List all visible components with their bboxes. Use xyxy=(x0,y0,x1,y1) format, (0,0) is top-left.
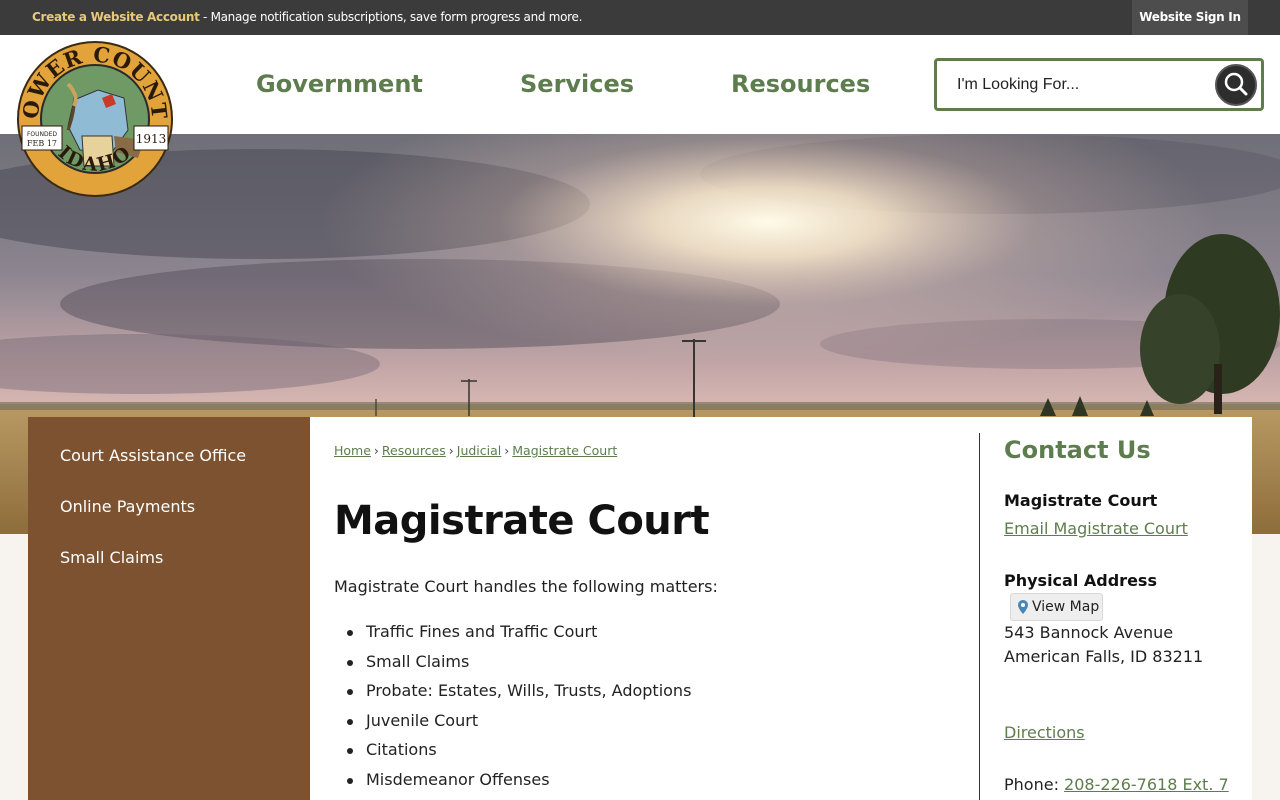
directions-link[interactable]: Directions xyxy=(1004,723,1085,742)
breadcrumb-magistrate-court[interactable]: Magistrate Court xyxy=(512,443,617,458)
nav-resources[interactable]: Resources xyxy=(731,70,870,98)
list-item: Traffic Fines and Traffic Court xyxy=(334,622,691,652)
account-promo: Create a Website Account - Manage notifi… xyxy=(32,10,582,24)
breadcrumb-separator: › xyxy=(448,443,454,458)
address-city: American Falls, ID 83211 xyxy=(1004,647,1204,666)
breadcrumb: Home › Resources › Judicial › Magistrate Court xyxy=(334,443,617,458)
contact-heading: Contact Us xyxy=(1004,436,1151,464)
top-utility-bar: Create a Website Account - Manage notifi… xyxy=(0,0,1280,35)
contact-phone: Phone: 208-226-7618 Ext. 7 xyxy=(1004,775,1229,794)
seal-founded-date: FEB 17 xyxy=(27,139,57,148)
matters-list: Traffic Fines and Traffic Court Small Cl… xyxy=(334,622,691,799)
contact-department: Magistrate Court xyxy=(1004,491,1158,510)
create-account-link[interactable]: Create a Website Account xyxy=(32,10,200,24)
section-sidebar: Court Assistance Office Online Payments … xyxy=(28,417,310,800)
breadcrumb-separator: › xyxy=(504,443,510,458)
list-item: Small Claims xyxy=(334,652,691,682)
phone-link[interactable]: 208-226-7618 Ext. 7 xyxy=(1064,775,1229,794)
list-item: Misdemeanor Offenses xyxy=(334,770,691,800)
breadcrumb-home[interactable]: Home xyxy=(334,443,371,458)
breadcrumb-resources[interactable]: Resources xyxy=(382,443,446,458)
view-map-button[interactable]: View Map xyxy=(1010,593,1103,621)
breadcrumb-separator: › xyxy=(373,443,379,458)
seal-year: 1913 xyxy=(136,132,167,146)
county-seal-logo[interactable]: POWER COUNTY IDAHO FOUNDED FEB 17 1913 xyxy=(7,20,174,198)
sidebar-item-small-claims[interactable]: Small Claims xyxy=(60,548,163,567)
list-item: Juvenile Court xyxy=(334,711,691,741)
page-title: Magistrate Court xyxy=(334,498,710,544)
account-promo-text: - Manage notification subscriptions, sav… xyxy=(199,10,583,24)
search-button[interactable] xyxy=(1215,64,1257,106)
list-item: Probate: Estates, Wills, Trusts, Adoptio… xyxy=(334,681,691,711)
search-input[interactable] xyxy=(957,73,1197,97)
view-map-label: View Map xyxy=(1032,599,1100,615)
search-icon xyxy=(1224,72,1248,96)
website-sign-in-button[interactable]: Website Sign In xyxy=(1132,0,1248,35)
address-street: 543 Bannock Avenue xyxy=(1004,623,1174,642)
breadcrumb-judicial[interactable]: Judicial xyxy=(457,443,502,458)
list-item: Citations xyxy=(334,740,691,770)
content-divider xyxy=(979,433,980,800)
intro-text: Magistrate Court handles the following m… xyxy=(334,577,718,596)
nav-government[interactable]: Government xyxy=(256,70,423,98)
seal-founded-label: FOUNDED xyxy=(27,131,57,138)
nav-services[interactable]: Services xyxy=(520,70,634,98)
physical-address-label: Physical Address xyxy=(1004,571,1157,590)
map-pin-icon xyxy=(1018,600,1028,614)
email-magistrate-court-link[interactable]: Email Magistrate Court xyxy=(1004,519,1188,538)
phone-label: Phone: xyxy=(1004,775,1065,794)
sidebar-item-court-assistance-office[interactable]: Court Assistance Office xyxy=(60,446,246,465)
sidebar-item-online-payments[interactable]: Online Payments xyxy=(60,497,195,516)
